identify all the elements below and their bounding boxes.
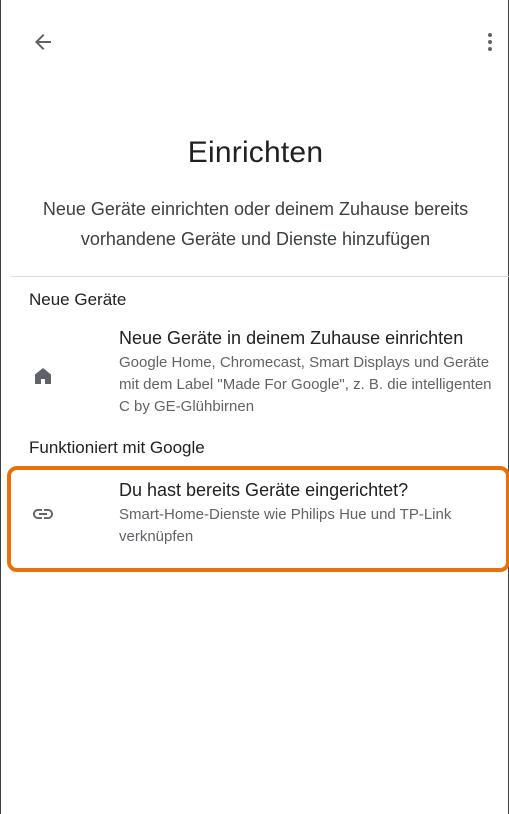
list-item-description: Smart-Home-Dienste wie Philips Hue und T… bbox=[119, 506, 452, 545]
arrow-back-icon bbox=[35, 34, 51, 50]
home-icon bbox=[31, 364, 55, 388]
more-vert-icon bbox=[488, 33, 492, 51]
divider bbox=[11, 276, 509, 277]
screen: Einrichten Neue Geräte einrichten oder d… bbox=[0, 0, 509, 814]
section-header-neue-geraete: Neue Geräte bbox=[29, 290, 127, 309]
app-bar bbox=[1, 0, 509, 84]
list-item-texts: Neue Geräte in deinem Zuhause einrichten… bbox=[119, 326, 504, 418]
list-item-title: Du hast bereits Geräte eingerichtet? bbox=[119, 480, 409, 500]
list-item-link-existing-devices[interactable]: Du hast bereits Geräte eingerichtet? Sma… bbox=[1, 478, 509, 572]
list-item-texts: Du hast bereits Geräte eingerichtet? Sma… bbox=[119, 478, 504, 548]
list-item-title: Neue Geräte in deinem Zuhause einrichten bbox=[119, 328, 464, 348]
back-button[interactable] bbox=[27, 26, 59, 58]
more-options-button[interactable] bbox=[475, 26, 505, 58]
list-item-setup-new-devices[interactable]: Neue Geräte in deinem Zuhause einrichten… bbox=[1, 326, 509, 426]
page-subtitle: Neue Geräte einrichten oder deinem Zuhau… bbox=[42, 199, 469, 249]
page-title: Einrichten bbox=[187, 136, 324, 169]
section-header-funktioniert-mit-google: Funktioniert mit Google bbox=[29, 438, 205, 457]
list-item-description: Google Home, Chromecast, Smart Displays … bbox=[119, 354, 492, 415]
link-icon bbox=[31, 502, 55, 526]
